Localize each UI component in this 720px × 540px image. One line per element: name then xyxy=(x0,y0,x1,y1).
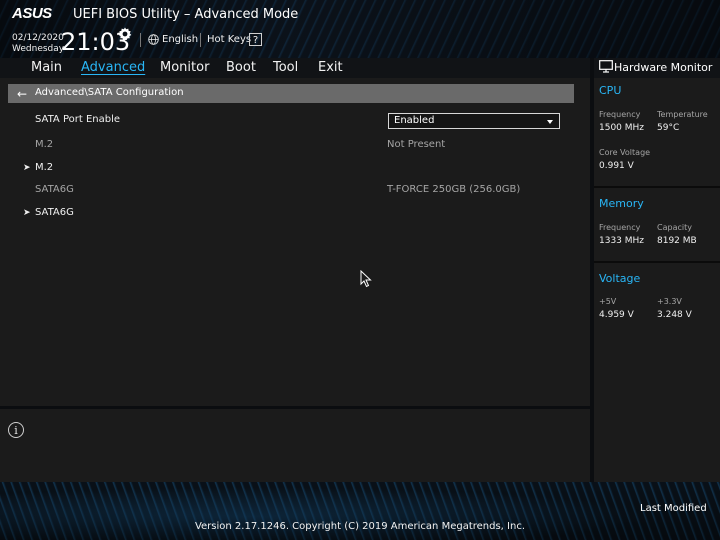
hardware-monitor-title: Hardware Monitor xyxy=(614,61,713,74)
cpu-frequency-value: 1500 MHz xyxy=(599,123,645,133)
sata-port-enable-label: SATA Port Enable xyxy=(35,114,121,125)
date-text: 02/12/2020 xyxy=(12,33,64,43)
tab-advanced[interactable]: Advanced xyxy=(81,60,145,75)
asus-logo: ASUS xyxy=(12,5,52,22)
header-separator xyxy=(140,33,141,47)
sata-port-enable-select[interactable]: Enabled xyxy=(388,113,560,129)
sata-port-enable-value: Enabled xyxy=(394,115,435,126)
info-icon[interactable]: i xyxy=(8,422,24,438)
version-copyright: Version 2.17.1246. Copyright (C) 2019 Am… xyxy=(0,521,720,532)
cpu-core-voltage-value: 0.991 V xyxy=(599,161,634,171)
section-divider xyxy=(594,261,720,263)
weekday-text: Wednesday xyxy=(12,44,65,54)
voltage-5v-value: 4.959 V xyxy=(599,310,634,320)
tab-tool[interactable]: Tool xyxy=(273,60,298,75)
voltage-3v3-value: 3.248 V xyxy=(657,310,692,320)
memory-frequency-label: Frequency xyxy=(599,223,641,232)
gear-icon[interactable] xyxy=(118,27,132,41)
hot-keys-button[interactable]: Hot Keys xyxy=(207,34,251,45)
last-modified-button[interactable]: Last Modified xyxy=(640,503,707,514)
voltage-section-title: Voltage xyxy=(599,272,641,285)
memory-section-title: Memory xyxy=(599,197,644,210)
sata6g-submenu-item[interactable]: SATA6G xyxy=(35,207,74,218)
voltage-5v-label: +5V xyxy=(599,297,617,306)
submenu-arrow-icon: ➤ xyxy=(23,163,31,173)
cpu-core-voltage-label: Core Voltage xyxy=(599,148,651,157)
m2-info-label: M.2 xyxy=(35,139,54,150)
tab-exit[interactable]: Exit xyxy=(318,60,343,75)
cpu-temperature-label: Temperature xyxy=(657,110,708,119)
globe-icon[interactable] xyxy=(148,34,159,45)
version-text: Version 2.17.1246. Copyright (C) 2019 Am… xyxy=(194,521,526,532)
section-divider xyxy=(594,186,720,188)
date-display: 02/12/2020 Wednesday xyxy=(12,33,64,55)
help-info-panel xyxy=(0,409,590,482)
breadcrumb-path: Advanced\SATA Configuration xyxy=(35,87,184,98)
monitor-icon xyxy=(599,60,613,73)
memory-capacity-value: 8192 MB xyxy=(657,236,697,246)
hot-keys-help-icon[interactable]: ? xyxy=(249,33,262,46)
cpu-section-title: CPU xyxy=(599,84,622,97)
voltage-3v3-label: +3.3V xyxy=(657,297,682,306)
memory-capacity-label: Capacity xyxy=(657,223,692,232)
app-title: UEFI BIOS Utility – Advanced Mode xyxy=(73,7,299,22)
cpu-frequency-label: Frequency xyxy=(599,110,641,119)
submenu-arrow-icon: ➤ xyxy=(23,208,31,218)
tab-monitor[interactable]: Monitor xyxy=(160,60,209,75)
mouse-pointer-icon xyxy=(360,270,372,288)
cpu-temperature-value: 59°C xyxy=(657,123,680,133)
m2-submenu-item[interactable]: M.2 xyxy=(35,162,53,173)
tab-boot[interactable]: Boot xyxy=(226,60,256,75)
sata6g-info-value: T-FORCE 250GB (256.0GB) xyxy=(387,184,521,195)
chevron-down-icon xyxy=(547,120,553,124)
arrow-left-icon[interactable]: ← xyxy=(17,87,27,101)
memory-frequency-value: 1333 MHz xyxy=(599,236,645,246)
sata6g-info-label: SATA6G xyxy=(35,184,74,195)
language-selector[interactable]: English xyxy=(162,34,198,45)
m2-info-value: Not Present xyxy=(387,139,446,150)
header-separator xyxy=(200,33,201,47)
tab-main[interactable]: Main xyxy=(31,60,62,75)
